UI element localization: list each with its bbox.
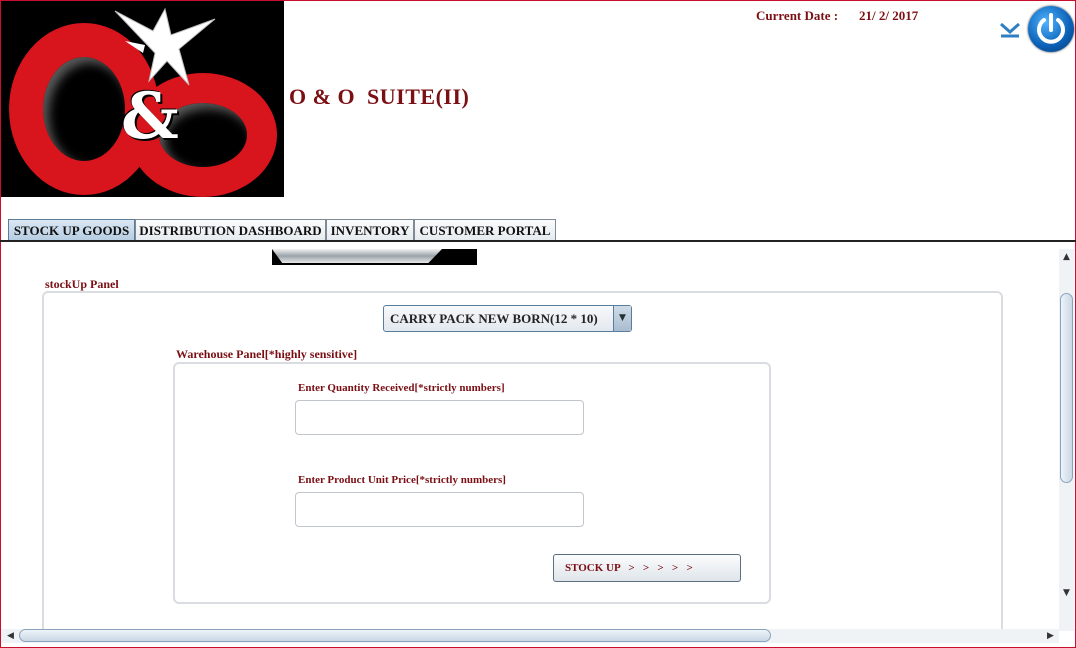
tab-customer-portal[interactable]: CUSTOMER PORTAL: [414, 219, 556, 240]
tab-inventory[interactable]: INVENTORY: [326, 219, 414, 240]
caret-down-icon[interactable]: ▼: [613, 306, 631, 331]
tab-distribution-dashboard[interactable]: DISTRIBUTION DASHBOARD: [135, 219, 326, 240]
stockup-panel-caption: stockUp Panel: [45, 277, 119, 291]
quantity-label: Enter Quantity Received[*strictly number…: [298, 382, 505, 394]
scroll-down-arrow-icon[interactable]: ▼: [1059, 587, 1074, 599]
power-icon: [1037, 13, 1065, 44]
app-title: O & O SUITE(II): [289, 84, 470, 109]
eagle-icon: [114, 7, 216, 86]
unit-price-label: Enter Product Unit Price[*strictly numbe…: [298, 474, 506, 486]
scroll-left-arrow-icon[interactable]: ◀: [3, 630, 18, 642]
vertical-scrollbar[interactable]: ▲ ▼: [1059, 249, 1074, 631]
scroll-up-arrow-icon[interactable]: ▲: [1059, 251, 1074, 263]
scroll-right-arrow-icon[interactable]: ▶: [1043, 630, 1058, 642]
header-decoration: [272, 249, 477, 265]
tab-divider: [0, 240, 1076, 242]
current-date-value: 21/ 2/ 2017: [859, 8, 919, 23]
warehouse-panel-caption: Warehouse Panel[*highly sensitive]: [176, 347, 358, 361]
horizontal-scroll-thumb[interactable]: [19, 629, 771, 642]
tab-stock-up-goods[interactable]: STOCK UP GOODS: [8, 219, 135, 240]
current-date-label: Current Date :: [756, 8, 839, 23]
chevron-down-icon: [1000, 22, 1020, 38]
logo-ampersand: &: [121, 79, 179, 154]
unit-price-input[interactable]: [295, 492, 584, 527]
logo: &: [1, 1, 284, 197]
product-select-value: CARRY PACK NEW BORN(12 * 10): [390, 311, 598, 326]
vertical-scroll-thumb[interactable]: [1060, 293, 1073, 483]
horizontal-scrollbar[interactable]: ◀ ▶: [1, 629, 1059, 643]
minimize-button[interactable]: [999, 20, 1021, 40]
stock-up-button[interactable]: STOCK UP > > > > >: [553, 554, 741, 582]
quantity-input[interactable]: [295, 400, 584, 435]
product-select[interactable]: CARRY PACK NEW BORN(12 * 10) ▼: [383, 305, 632, 332]
power-button[interactable]: [1028, 6, 1074, 52]
